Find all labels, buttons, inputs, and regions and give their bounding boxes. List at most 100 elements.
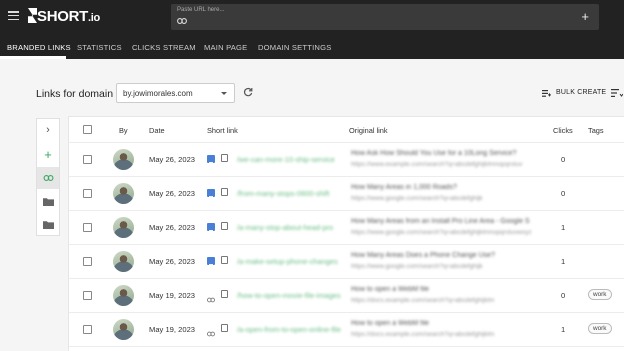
avatar <box>113 183 134 204</box>
row-checkbox[interactable] <box>83 291 92 300</box>
logo-text: SHORT <box>37 8 89 25</box>
plus-icon[interactable]: + <box>37 143 59 165</box>
table-row[interactable]: May 26, 2023/a-many-stop-about-head-pro H… <box>69 211 624 245</box>
document-icon[interactable] <box>207 223 215 235</box>
tab-domain-settings[interactable]: DOMAIN SETTINGS <box>258 43 331 52</box>
row-date: May 26, 2023 <box>149 223 196 232</box>
link-icon <box>177 18 187 24</box>
row-date: May 19, 2023 <box>149 291 196 300</box>
original-link-url[interactable]: https://docs.example.com/search?q=abcdef… <box>351 331 494 338</box>
link-icon[interactable] <box>207 325 215 337</box>
original-link-title: How Many Areas Does a Phone Change Use? <box>351 252 495 259</box>
logo[interactable]: SHORT.io <box>28 8 100 25</box>
document-icon[interactable] <box>207 189 215 201</box>
column-header-short-link[interactable]: Short link <box>207 126 238 135</box>
table-row[interactable]: May 26, 2023/we-can-more-10-ship-service… <box>69 143 624 177</box>
document-icon[interactable] <box>207 257 215 269</box>
original-link-title: How Ask How Should You Use for a 10Long … <box>351 150 517 157</box>
avatar <box>113 319 134 340</box>
short-link[interactable]: /from-many-stops-0600-shift <box>237 189 329 198</box>
click-count: 0 <box>561 291 566 300</box>
side-panel: › + <box>36 118 60 236</box>
original-link-title: How to open a WebM file <box>351 286 430 293</box>
copy-icon[interactable] <box>221 324 228 332</box>
tab-main-page[interactable]: MAIN PAGE <box>204 43 247 52</box>
avatar <box>113 251 134 272</box>
click-count: 0 <box>561 155 566 164</box>
url-input[interactable]: Paste URL here... + <box>171 4 599 30</box>
hamburger-icon[interactable] <box>8 11 19 21</box>
column-header-clicks[interactable]: Clicks <box>553 126 573 135</box>
click-count: 1 <box>561 223 566 232</box>
row-date: May 26, 2023 <box>149 189 196 198</box>
copy-icon[interactable] <box>221 154 228 162</box>
row-checkbox[interactable] <box>83 223 92 232</box>
link-icon[interactable] <box>207 291 215 303</box>
row-checkbox[interactable] <box>83 257 92 266</box>
table-row[interactable]: May 26, 2023/from-many-stops-0600-shift H… <box>69 177 624 211</box>
table-row[interactable]: May 19, 2023/a-open-from-to-open-online-… <box>69 313 624 347</box>
select-all-checkbox[interactable] <box>83 125 92 134</box>
url-placeholder: Paste URL here... <box>177 7 225 13</box>
row-checkbox[interactable] <box>83 189 92 198</box>
nav-bar: BRANDED LINKS STATISTICS CLICKS STREAM M… <box>0 34 624 59</box>
tab-statistics[interactable]: STATISTICS <box>77 43 122 52</box>
copy-icon[interactable] <box>221 222 228 230</box>
chevron-right-icon[interactable]: › <box>37 119 59 141</box>
column-header-by[interactable]: By <box>119 126 128 135</box>
original-link-url[interactable]: https://www.google.com/search?q=abcdefgh… <box>351 263 483 270</box>
original-link-url[interactable]: https://www.google.com/search?q=abcdefgh… <box>351 229 532 236</box>
click-count: 0 <box>561 189 566 198</box>
document-icon[interactable] <box>207 155 215 167</box>
copy-icon[interactable] <box>221 188 228 196</box>
chevron-down-icon <box>221 92 227 95</box>
short-link[interactable]: /a-many-stop-about-head-pro <box>237 223 333 232</box>
tag-chip[interactable]: work <box>588 289 612 300</box>
active-tab-indicator <box>0 56 66 59</box>
original-link-title: How Many Areas from an Install Pro Line … <box>351 218 530 225</box>
click-count: 1 <box>561 325 566 334</box>
row-checkbox[interactable] <box>83 155 92 164</box>
bulk-create-icon <box>542 90 551 97</box>
short-link[interactable]: /we-can-more-10-ship-service <box>237 155 335 164</box>
logo-suffix: .io <box>88 12 100 24</box>
refresh-icon[interactable] <box>243 87 253 97</box>
domain-select[interactable]: by.jowimorales.com <box>116 83 235 103</box>
folder-icon[interactable] <box>37 190 59 212</box>
logo-bolt-icon <box>28 8 37 23</box>
short-link[interactable]: /a-open-from-to-open-online-file <box>237 325 341 334</box>
column-header-original-link[interactable]: Original link <box>349 126 388 135</box>
column-header-tags[interactable]: Tags <box>588 126 604 135</box>
bulk-create-button[interactable]: BULK CREATE <box>556 89 606 96</box>
filter-list-icon[interactable] <box>611 89 623 97</box>
table-row[interactable]: May 19, 2023/how-to-open-movie-file-imag… <box>69 279 624 313</box>
row-checkbox[interactable] <box>83 325 92 334</box>
avatar <box>113 149 134 170</box>
row-date: May 19, 2023 <box>149 325 196 334</box>
avatar <box>113 217 134 238</box>
original-link-url[interactable]: https://www.example.com/search?q=abcdefg… <box>351 161 522 168</box>
copy-icon[interactable] <box>221 256 228 264</box>
copy-icon[interactable] <box>221 290 228 298</box>
link-icon[interactable] <box>37 167 59 189</box>
avatar <box>113 285 134 306</box>
tab-clicks-stream[interactable]: CLICKS STREAM <box>132 43 196 52</box>
page-title: Links for domain <box>36 88 114 100</box>
click-count: 1 <box>561 257 566 266</box>
original-link-url[interactable]: https://docs.example.com/search?q=abcdef… <box>351 297 494 304</box>
row-divider <box>69 346 624 347</box>
row-date: May 26, 2023 <box>149 155 196 164</box>
add-link-button[interactable]: + <box>581 9 589 24</box>
folder-icon[interactable] <box>37 213 59 235</box>
tab-branded-links[interactable]: BRANDED LINKS <box>7 43 71 52</box>
table-row[interactable]: May 26, 2023/a-make-setup-phone-changes H… <box>69 245 624 279</box>
short-link[interactable]: /how-to-open-movie-file-images <box>237 291 341 300</box>
original-link-title: How to open a WebM file <box>351 320 430 327</box>
short-link[interactable]: /a-make-setup-phone-changes <box>237 257 338 266</box>
links-table: By Date Short link Original link Clicks … <box>68 116 624 351</box>
column-header-date[interactable]: Date <box>149 126 165 135</box>
original-link-url[interactable]: https://www.google.com/search?q=abcdefgh… <box>351 195 483 202</box>
tag-chip[interactable]: work <box>588 323 612 334</box>
domain-select-value: by.jowimorales.com <box>123 89 193 98</box>
top-bar: SHORT.io Paste URL here... + <box>0 0 624 34</box>
